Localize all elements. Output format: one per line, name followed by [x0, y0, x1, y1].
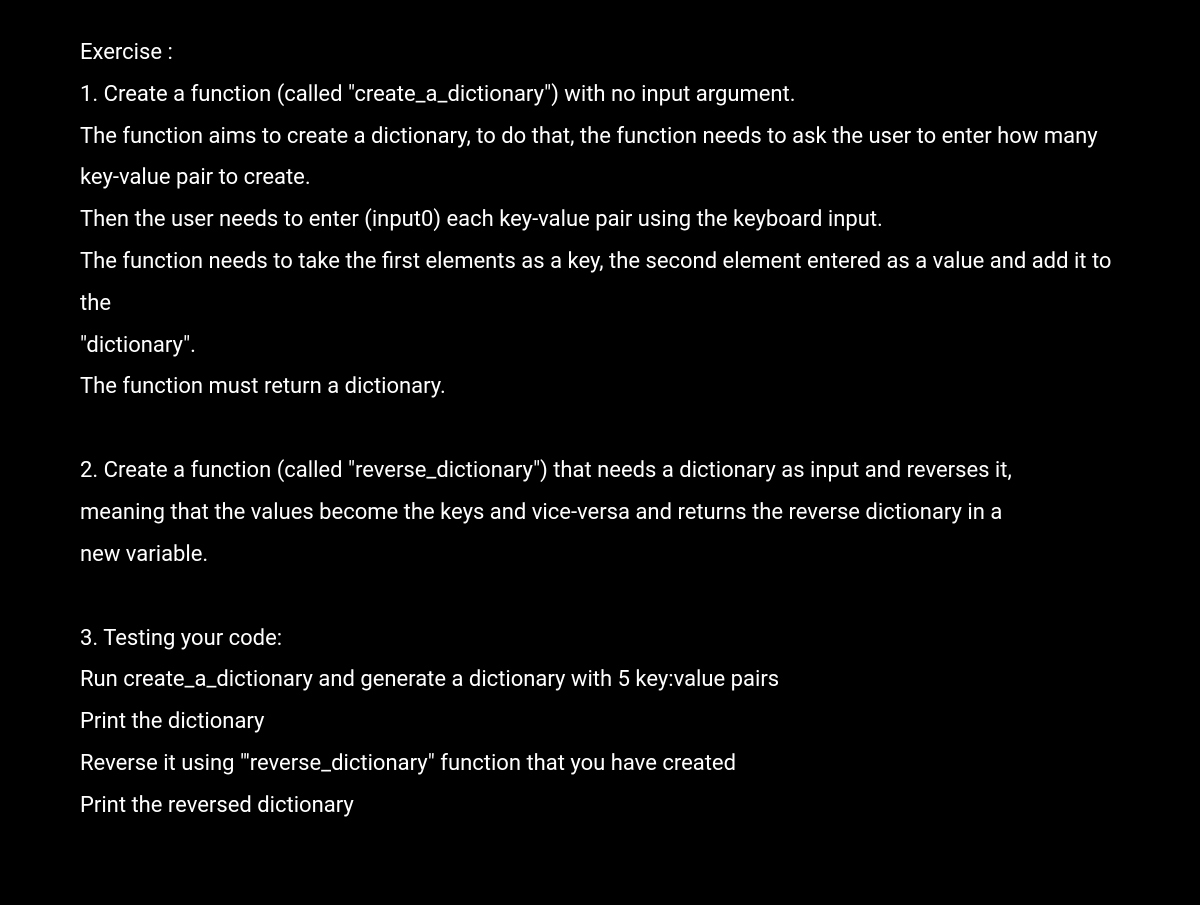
- exercise-document: Exercise : 1. Create a function (called …: [80, 32, 1120, 827]
- exercise-title: Exercise :: [80, 32, 1120, 74]
- section3-line1: 3. Testing your code:: [80, 618, 1120, 660]
- section1-line6: The function must return a dictionary.: [80, 366, 1120, 408]
- spacer: [80, 576, 1120, 618]
- section1-line3: Then the user needs to enter (input0) ea…: [80, 199, 1120, 241]
- section3-line3: Print the dictionary: [80, 701, 1120, 743]
- section3-line4: Reverse it using "'reverse_dictionary" f…: [80, 743, 1120, 785]
- section1-line5: "dictionary".: [80, 325, 1120, 367]
- section3-line5: Print the reversed dictionary: [80, 785, 1120, 827]
- section2-line3: new variable.: [80, 534, 1120, 576]
- section2-line2: meaning that the values become the keys …: [80, 492, 1120, 534]
- section1-line1: 1. Create a function (called "create_a_d…: [80, 74, 1120, 116]
- section1-line4: The function needs to take the first ele…: [80, 241, 1120, 325]
- spacer: [80, 408, 1120, 450]
- section1-line2: The function aims to create a dictionary…: [80, 116, 1120, 200]
- section2-line1: 2. Create a function (called "reverse_di…: [80, 450, 1120, 492]
- section3-line2: Run create_a_dictionary and generate a d…: [80, 659, 1120, 701]
